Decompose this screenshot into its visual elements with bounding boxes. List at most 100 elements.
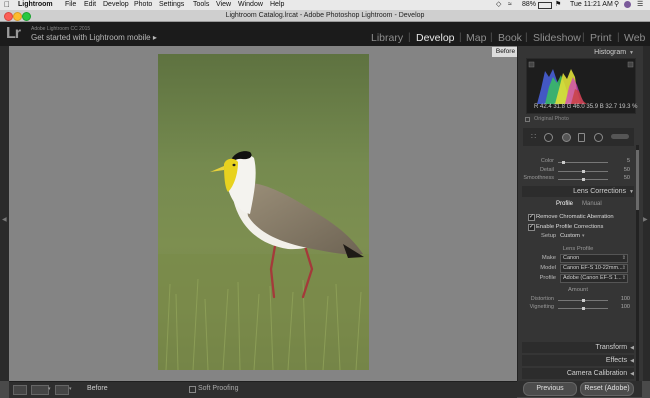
slider-track-color[interactable] [558, 162, 608, 163]
make-value: Canon [563, 255, 580, 261]
module-print[interactable]: Print [590, 32, 612, 44]
original-photo-checkbox[interactable] [525, 117, 530, 122]
histogram-header[interactable]: Histogram ▼ [522, 47, 634, 58]
expand-triangle-icon[interactable]: ◀ [630, 345, 634, 351]
menu-view[interactable]: View [216, 0, 231, 10]
setup-dropdown[interactable]: Custom [560, 233, 580, 239]
adjustment-brush-icon[interactable] [611, 134, 629, 139]
dropbox-icon[interactable]: ◇ [496, 0, 501, 10]
user-avatar[interactable] [624, 1, 631, 8]
remove-chromatic-aberration-checkbox[interactable] [528, 213, 535, 221]
remove-chromatic-aberration-label[interactable]: Remove Chromatic Aberration [536, 214, 614, 220]
transform-title: Transform [595, 344, 628, 351]
chevron-updown-icon: ⇕ [621, 265, 626, 271]
slider-knob-color[interactable] [562, 161, 565, 164]
chevron-down-icon[interactable]: ▾ [69, 386, 72, 392]
before-after-view-button[interactable] [31, 385, 49, 395]
notification-center-icon[interactable]: ☰ [637, 0, 643, 10]
slider-label-distortion: Distortion [530, 296, 554, 302]
enable-profile-corrections-checkbox[interactable] [528, 223, 535, 231]
battery-icon[interactable] [538, 2, 552, 9]
window-titlebar: Lightroom Catalog.lrcat - Adobe Photosho… [0, 10, 650, 22]
camera-calibration-header[interactable]: Camera Calibration ◀ [522, 368, 634, 379]
app-version: Adobe Lightroom CC 2015 [31, 26, 91, 32]
panel-scrollbar-thumb[interactable] [636, 150, 639, 210]
module-separator: | [408, 32, 411, 43]
menu-develop[interactable]: Develop [103, 0, 129, 10]
slider-value-vignetting[interactable]: 100 [615, 304, 630, 310]
module-library[interactable]: Library [371, 32, 403, 44]
expand-triangle-icon[interactable]: ◀ [630, 371, 634, 377]
slider-value-color[interactable]: 5 [615, 158, 630, 164]
model-label: Model [540, 265, 556, 271]
make-dropdown[interactable]: Canon ⇕ [560, 254, 628, 263]
model-value: Canon EF-S 10-22mm... [563, 265, 623, 271]
menu-tools[interactable]: Tools [193, 0, 209, 10]
copy-settings-button[interactable] [55, 385, 69, 395]
module-separator: | [582, 32, 585, 43]
effects-header[interactable]: Effects ◀ [522, 355, 634, 366]
apple-menu-icon[interactable]:  [4, 0, 10, 10]
module-slideshow[interactable]: Slideshow [533, 32, 581, 44]
menu-edit[interactable]: Edit [84, 0, 96, 10]
lens-corrections-header[interactable]: Lens Corrections ▼ [522, 186, 634, 197]
menu-file[interactable]: File [65, 0, 76, 10]
menu-settings[interactable]: Settings [159, 0, 184, 10]
module-book[interactable]: Book [498, 32, 522, 44]
radial-filter-icon[interactable] [594, 133, 603, 142]
menu-help[interactable]: Help [270, 0, 284, 10]
slider-knob-smoothness[interactable] [582, 178, 585, 181]
tab-profile[interactable]: Profile [556, 201, 573, 207]
left-panel-collapsed[interactable]: ◀ [0, 46, 9, 381]
collapse-right-panel-icon[interactable]: ▶ [643, 216, 648, 223]
collapse-triangle-icon[interactable]: ▼ [629, 50, 634, 56]
slider-label-detail: Detail [539, 167, 554, 173]
tab-manual[interactable]: Manual [582, 201, 602, 207]
graduated-filter-icon[interactable] [578, 133, 585, 142]
reset-button[interactable]: Reset (Adobe) [580, 382, 634, 396]
soft-proofing-label[interactable]: Soft Proofing [198, 385, 238, 392]
chevron-down-icon[interactable]: ▾ [48, 386, 51, 392]
slider-knob-vignetting[interactable] [582, 307, 585, 310]
right-edge-strip[interactable]: ▶ [642, 46, 650, 381]
battery-percent: 88% [522, 1, 537, 8]
previous-button[interactable]: Previous [523, 382, 577, 396]
module-map[interactable]: Map [466, 32, 486, 44]
slider-knob-detail[interactable] [582, 170, 585, 173]
expand-triangle-icon[interactable]: ◀ [630, 358, 634, 364]
slider-value-distortion[interactable]: 100 [615, 296, 630, 302]
soft-proofing-checkbox[interactable] [189, 386, 196, 393]
menu-lightroom[interactable]: Lightroom [18, 0, 53, 10]
red-eye-icon[interactable] [562, 133, 571, 142]
expand-left-panel-icon[interactable]: ◀ [2, 216, 7, 223]
enable-profile-corrections-label[interactable]: Enable Profile Corrections [536, 224, 603, 230]
chevron-down-icon[interactable]: ▾ [582, 233, 585, 239]
crop-overlay-icon[interactable]: ∷ [531, 132, 536, 141]
wifi-icon[interactable]: ≈ [508, 0, 512, 10]
effects-title: Effects [605, 357, 628, 364]
spotlight-search-icon[interactable]: ⚲ [614, 0, 619, 10]
profile-dropdown[interactable]: Adobe (Canon EF-S 1... ⇕ [560, 274, 628, 283]
loupe-view-button[interactable] [13, 385, 27, 395]
spot-removal-icon[interactable] [544, 133, 553, 142]
flag-icon[interactable]: ⚑ [555, 0, 561, 10]
menu-window[interactable]: Window [238, 0, 263, 10]
slider-label-smoothness: Smoothness [523, 175, 554, 181]
collapse-triangle-icon[interactable]: ▼ [629, 189, 634, 195]
model-dropdown[interactable]: Canon EF-S 10-22mm... ⇕ [560, 264, 628, 273]
module-develop[interactable]: Develop [416, 32, 455, 44]
transform-header[interactable]: Transform ◀ [522, 342, 634, 353]
slider-knob-distortion[interactable] [582, 299, 585, 302]
before-badge: Before [492, 47, 519, 57]
lightroom-mobile-link[interactable]: Get started with Lightroom mobile ▸ [31, 33, 157, 42]
module-separator: | [490, 32, 493, 43]
before-label: Before [87, 385, 108, 392]
bird-photo[interactable] [158, 54, 369, 370]
slider-value-detail[interactable]: 50 [615, 167, 630, 173]
setup-label: Setup [541, 233, 557, 239]
identity-plate: Lr Adobe Lightroom CC 2015 Get started w… [0, 22, 650, 46]
clock-time[interactable]: Tue 11:21 AM [570, 0, 613, 10]
module-web[interactable]: Web [624, 32, 645, 44]
slider-value-smoothness[interactable]: 50 [615, 175, 630, 181]
menu-photo[interactable]: Photo [134, 0, 152, 10]
